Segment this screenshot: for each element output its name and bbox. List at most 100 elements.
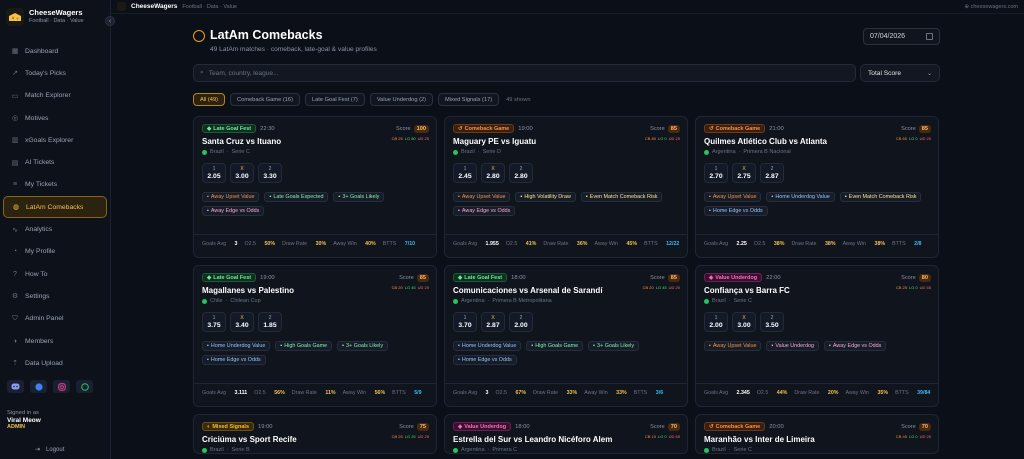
odds-box[interactable]: 1 2.45 — [453, 163, 477, 183]
odds-box[interactable]: 2 2.87 — [760, 163, 784, 183]
stat-label: Away Win — [842, 241, 867, 247]
odds-box[interactable]: X 2.87 — [481, 312, 505, 332]
signal-chip: ▪ High Goals Game — [526, 341, 584, 351]
odds-value: 2.00 — [709, 322, 723, 329]
facebook-icon[interactable] — [30, 380, 47, 394]
chip-icon: ▪ — [709, 343, 711, 349]
odds-box[interactable]: 1 3.75 — [202, 312, 226, 332]
profile-label: Mixed Signals — [212, 423, 250, 430]
sidebar-item-admin-panel[interactable]: ⛉ Admin Panel — [3, 308, 107, 330]
sidebar-item-xgoals-explorer[interactable]: ▥ xGoals Explorer — [3, 129, 107, 151]
odds-box[interactable]: X 3.40 — [230, 312, 254, 332]
sidebar-item-latam-comebacks[interactable]: ◍ LatAm Comebacks — [3, 196, 107, 219]
league-name: Serie B — [231, 447, 250, 453]
logout-button[interactable]: ⇥ Logout — [35, 446, 64, 454]
chip-label: High Goals Game — [535, 343, 579, 349]
sidebar-item-motives[interactable]: ◎ Motives — [3, 107, 107, 129]
separator: · — [226, 447, 229, 453]
odds-box[interactable]: X 3.00 — [230, 163, 254, 183]
search-input[interactable]: ⌕ Team, country, league... — [193, 64, 856, 82]
odds-box[interactable]: X 3.00 — [732, 312, 756, 332]
match-card[interactable]: ◆ Late Goal Fest 19:00 Score 85 CB 20 LG 45 UD … — [193, 265, 437, 407]
sidebar-item-label: Match Explorer — [25, 92, 71, 100]
filter-chip[interactable]: Mixed Signals (17) — [438, 93, 500, 106]
filter-chip[interactable]: Comeback Game (16) — [230, 93, 300, 106]
help-icon: ? — [13, 270, 17, 278]
site-link-label: cheesewagers.com — [970, 3, 1018, 10]
main-area: CheeseWagers Football · Data · Value ⊕ c… — [111, 0, 1024, 459]
league-line: Argentina · Primera B Metropolitana — [453, 298, 680, 304]
score-value: 75 — [416, 422, 429, 431]
odds-value: 2.00 — [514, 322, 528, 329]
sidebar-item-members[interactable]: ◑ Members — [3, 330, 107, 352]
odds-box[interactable]: 1 2.05 — [202, 163, 226, 183]
brand[interactable]: CheeseWagers Football · Data · Value — [0, 0, 110, 28]
sidebar-item-ai-tickets[interactable]: ▤ AI Tickets — [3, 151, 107, 173]
odds-box[interactable]: 2 1.85 — [258, 312, 282, 332]
stat-value: 40% — [365, 241, 376, 247]
sidebar-item-data-upload[interactable]: ⇡ Data Upload — [3, 352, 107, 374]
match-card[interactable]: ◈ Value Underdog 22:00 Score 80 CB 25 LG 0 UD 5… — [695, 265, 939, 407]
odds-box[interactable]: 1 2.00 — [704, 312, 728, 332]
sidebar-item-today-s-picks[interactable]: ↗ Today's Picks — [3, 62, 107, 84]
chip-label: Away Edge vs Odds — [210, 208, 260, 214]
sidebar-item-analytics[interactable]: ∿ Analytics — [3, 218, 107, 240]
odds-value: 2.87 — [765, 173, 779, 180]
chip-icon: ▪ — [458, 208, 460, 214]
match-card[interactable]: ◐ Mixed Signals 19:00 Score 75 CB 25 LG 25 UD 2… — [193, 414, 437, 454]
mini-score: CB 80 — [644, 136, 656, 141]
odds-label: 2 — [770, 315, 774, 321]
stat-label: Goals Avg — [202, 390, 227, 396]
filter-chip[interactable]: All (49) — [193, 93, 226, 106]
league-name: Primera B Metropolitana — [492, 298, 552, 304]
sidebar-item-my-tickets[interactable]: ≡ My Tickets — [3, 174, 107, 196]
match-card[interactable]: ◈ Value Underdog 18:00 Score 70 CB 10 LG 0 UD 6… — [444, 414, 688, 454]
odds-label: 1 — [212, 315, 216, 321]
sidebar-item-settings[interactable]: ⚙ Settings — [3, 285, 107, 307]
stat-value: 3.111 — [234, 390, 248, 396]
sidebar-item-match-explorer[interactable]: ▭ Match Explorer — [3, 85, 107, 107]
date-picker[interactable]: 07/04/2026 — [863, 28, 940, 45]
odds-box[interactable]: 2 2.00 — [509, 312, 533, 332]
stat-label: Away Win — [845, 390, 869, 396]
site-link[interactable]: ⊕ cheesewagers.com — [964, 4, 1018, 10]
league-line: Brazil · Serie B — [202, 447, 429, 453]
stats-footer: Goals Avg 3 O2.5 67% Draw Rate 33% Away Win… — [445, 383, 687, 406]
odds-box[interactable]: X 2.75 — [732, 163, 756, 183]
sidebar-item-how-to[interactable]: ? How To — [3, 263, 107, 285]
match-card[interactable]: ↺ Comeback Game 20:00 Score 70 CB 45 LG 0 UD 25… — [695, 414, 939, 454]
filter-chip[interactable]: Late Goal Fest (7) — [304, 93, 365, 106]
kickoff-time: 19:00 — [258, 423, 273, 430]
match-card[interactable]: ↺ Comeback Game 21:00 Score 85 CB 65 LG 0 UD 20… — [695, 116, 939, 258]
match-card[interactable]: ◆ Late Goal Fest 18:00 Score 85 CB 20 LG 45 UD … — [444, 265, 688, 407]
sidebar-item-my-profile[interactable]: ◔ My Profile — [3, 241, 107, 263]
kickoff-time: 22:30 — [260, 125, 275, 132]
filter-chip[interactable]: Value Underdog (2) — [369, 93, 434, 106]
whatsapp-icon[interactable] — [76, 380, 93, 394]
odds-box[interactable]: 2 2.80 — [509, 163, 533, 183]
mini-scores: CB 65 LG 0 UD 20 — [896, 136, 931, 141]
country: Argentina — [712, 149, 736, 155]
odds-box[interactable]: X 2.80 — [481, 163, 505, 183]
sidebar-item-dashboard[interactable]: ▦ Dashboard — [3, 40, 107, 62]
match-card[interactable]: ↺ Comeback Game 19:00 Score 85 CB 80 LG 0 UD 25… — [444, 116, 688, 258]
mini-score: LG 25 — [404, 434, 416, 439]
odds-box[interactable]: 1 3.70 — [453, 312, 477, 332]
odds-box[interactable]: 1 2.70 — [704, 163, 728, 183]
gear-icon: ⚙ — [11, 293, 19, 301]
stat-label: Draw Rate — [533, 390, 559, 396]
calendar-icon — [926, 33, 933, 40]
chip-label: Even Match Comeback Risk — [589, 194, 658, 200]
chip-icon: ▪ — [585, 194, 588, 200]
odds-box[interactable]: 2 3.50 — [760, 312, 784, 332]
logout-icon: ⇥ — [35, 447, 41, 453]
instagram-icon[interactable] — [53, 380, 70, 394]
discord-icon[interactable] — [7, 380, 24, 394]
odds-box[interactable]: 2 3.30 — [258, 163, 282, 183]
stat: Away Win 56% — [343, 390, 386, 396]
match-card[interactable]: ◆ Late Goal Fest 22:30 Score 100 CB 25 LG 80 UD… — [193, 116, 437, 258]
league-line: Brazil · Serie C — [704, 298, 931, 304]
odds-value: 3.00 — [235, 173, 249, 180]
chip-icon: ▪ — [342, 343, 345, 349]
sort-select[interactable]: Total Score ⌄ — [860, 64, 940, 82]
